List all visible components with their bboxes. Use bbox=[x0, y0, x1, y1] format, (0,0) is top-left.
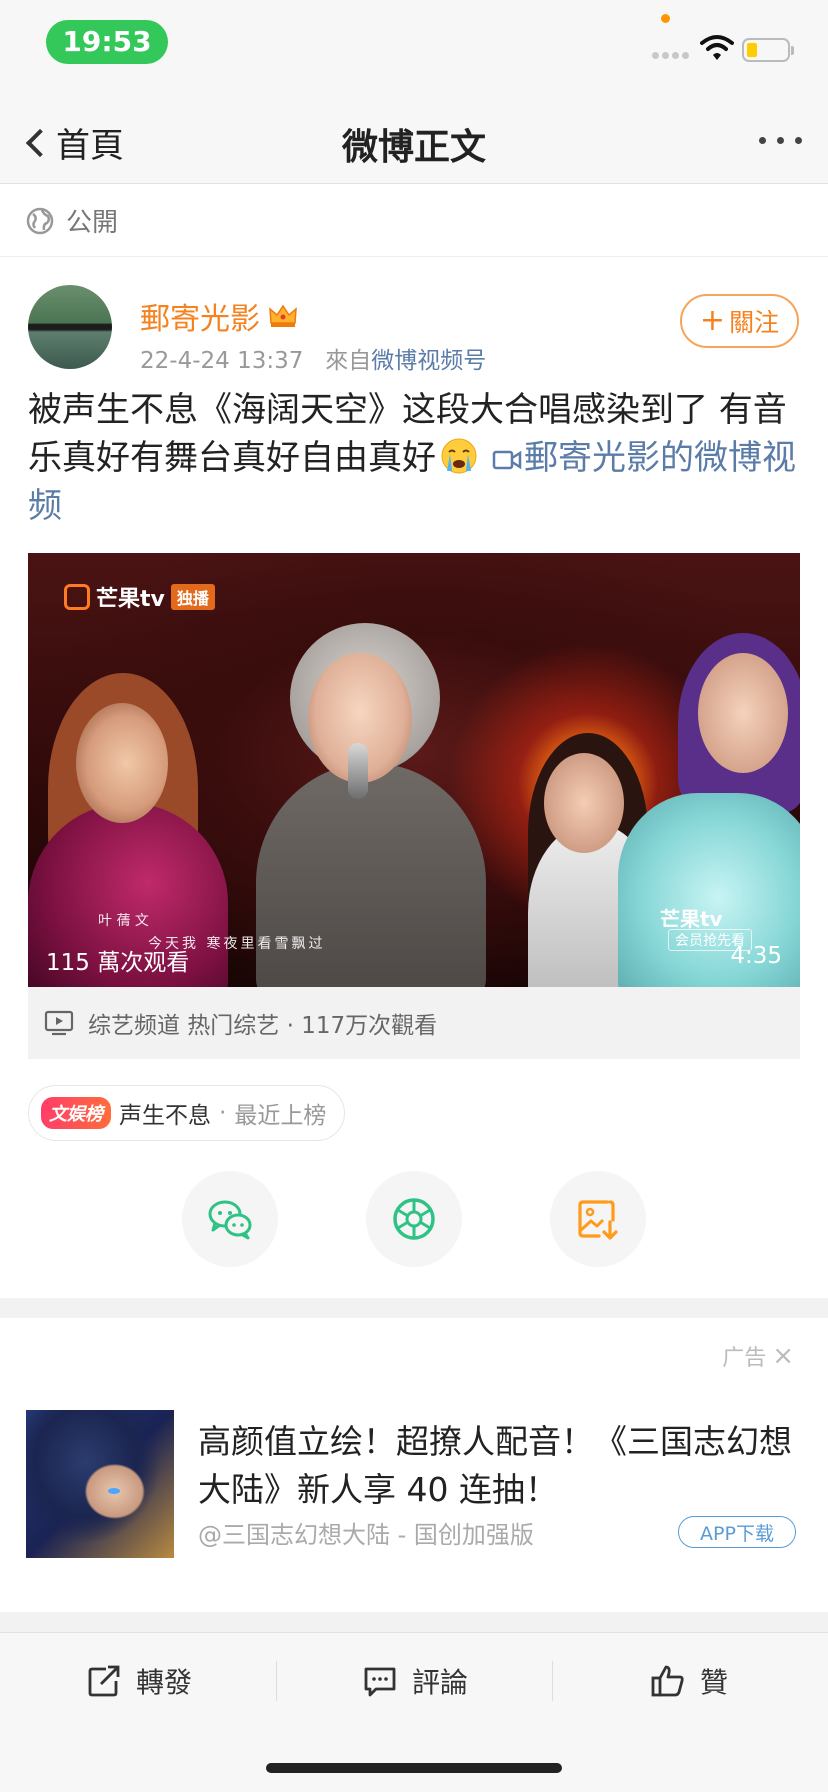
privacy-indicator bbox=[661, 14, 670, 23]
comment-label: 評論 bbox=[412, 1666, 469, 1699]
topic-chip[interactable]: 文娱榜 声生不息 · 最近上榜 bbox=[28, 1085, 346, 1141]
section-divider bbox=[0, 1298, 828, 1318]
page-title: 微博正文 bbox=[341, 127, 486, 168]
globe-icon bbox=[26, 207, 54, 234]
video-figure-head-back bbox=[544, 753, 624, 853]
share-wechat-button[interactable] bbox=[182, 1171, 278, 1267]
comment-icon bbox=[364, 1667, 396, 1697]
play-video-icon bbox=[44, 1010, 74, 1036]
visibility-label: 公開 bbox=[66, 208, 119, 238]
ad-image[interactable] bbox=[26, 1410, 174, 1558]
video-figure-head-right bbox=[698, 653, 788, 773]
cellular-signal-icon bbox=[652, 52, 689, 59]
post-meta: 22-4-24 13:37 來自微博视频号 bbox=[140, 341, 486, 375]
bottom-action-bar: 轉發 評論 贊 bbox=[0, 1632, 828, 1792]
follow-button[interactable]: + 關注 bbox=[680, 294, 799, 348]
post-text: 被声生不息《海阔天空》这段大合唱感染到了 有音乐真好有舞台真好自由真好 郵寄光影… bbox=[28, 386, 806, 530]
topic-title: 声生不息 bbox=[119, 1103, 211, 1129]
video-duration: 4:35 bbox=[730, 943, 782, 969]
ad-title[interactable]: 高颜值立绘！超撩人配音！《三国志幻想大陆》新人享 40 连抽！ bbox=[198, 1418, 798, 1514]
ad-label-text: 广告 bbox=[722, 1346, 767, 1371]
close-icon[interactable]: × bbox=[772, 1341, 794, 1371]
nav-bar: 首頁 微博正文 bbox=[0, 100, 828, 184]
thumbs-up-icon bbox=[651, 1665, 684, 1697]
video-subtitle-name: 叶 蒨 文 bbox=[98, 913, 149, 929]
watermark-text: 芒果tv bbox=[96, 587, 165, 612]
mango-tv-logo-icon bbox=[64, 584, 90, 610]
more-options-icon[interactable] bbox=[759, 137, 802, 144]
author-avatar[interactable] bbox=[28, 285, 112, 369]
video-watermark: 芒果tv 独播 bbox=[64, 581, 215, 613]
like-label: 贊 bbox=[700, 1666, 729, 1699]
video-figure-center bbox=[256, 763, 486, 987]
moments-icon bbox=[393, 1198, 435, 1240]
post-date: 22-4-24 13:37 bbox=[140, 348, 304, 374]
comment-button[interactable]: 評論 bbox=[362, 1661, 468, 1701]
author-name[interactable]: 郵寄光影 bbox=[140, 294, 260, 338]
author-row: 郵寄光影 bbox=[140, 294, 298, 338]
status-bar: 19:53 bbox=[0, 0, 828, 100]
repost-button[interactable]: 轉發 bbox=[86, 1661, 192, 1701]
video-channel-bar[interactable]: 综艺频道 热门综艺 · 117万次觀看 bbox=[28, 987, 800, 1059]
video-camera-icon bbox=[492, 450, 522, 470]
status-time: 19:53 bbox=[46, 20, 168, 64]
battery-icon bbox=[742, 38, 794, 62]
bar-separator bbox=[276, 1661, 277, 1701]
app-download-button[interactable]: APP下载 bbox=[678, 1516, 796, 1548]
vip-crown-icon bbox=[269, 304, 297, 327]
home-indicator[interactable] bbox=[266, 1763, 562, 1773]
repost-icon bbox=[88, 1665, 120, 1697]
post-source[interactable]: 微博视频号 bbox=[371, 348, 486, 374]
video-figure-head-left bbox=[76, 703, 168, 823]
share-moments-button[interactable] bbox=[366, 1171, 462, 1267]
topic-separator: · bbox=[219, 1100, 227, 1126]
channel-text: 综艺频道 热门综艺 · 117万次觀看 bbox=[88, 1013, 438, 1039]
bar-separator bbox=[552, 1661, 553, 1701]
save-image-icon bbox=[578, 1200, 618, 1240]
ad-label: 广告 × bbox=[722, 1340, 794, 1372]
repost-label: 轉發 bbox=[136, 1666, 193, 1699]
follow-label: 關注 bbox=[729, 308, 780, 337]
plus-icon: + bbox=[699, 303, 726, 338]
topic-status: 最近上榜 bbox=[234, 1103, 327, 1129]
like-button[interactable]: 贊 bbox=[650, 1661, 728, 1701]
microphone bbox=[348, 743, 368, 799]
topic-badge: 文娱榜 bbox=[41, 1097, 111, 1129]
video-player[interactable]: 芒果tv 独播 芒果tv 会员抢先看 叶 蒨 文 今天我 寒夜里看雪飘过 115… bbox=[28, 553, 800, 987]
wechat-icon bbox=[208, 1200, 252, 1240]
crying-face-icon bbox=[441, 438, 477, 474]
video-view-count: 115 萬次观看 bbox=[46, 950, 190, 976]
post-source-prefix: 來自 bbox=[325, 348, 372, 374]
ad-image-detail bbox=[108, 1488, 120, 1494]
visibility-row: 公開 bbox=[0, 185, 828, 257]
watermark-badge: 独播 bbox=[170, 584, 215, 610]
section-divider bbox=[0, 1612, 828, 1632]
wifi-icon bbox=[700, 35, 734, 60]
ad-source[interactable]: @三国志幻想大陆 - 国创加强版 bbox=[198, 1515, 534, 1550]
save-image-button[interactable] bbox=[550, 1171, 646, 1267]
video-watermark-bottom: 芒果tv bbox=[660, 907, 723, 931]
